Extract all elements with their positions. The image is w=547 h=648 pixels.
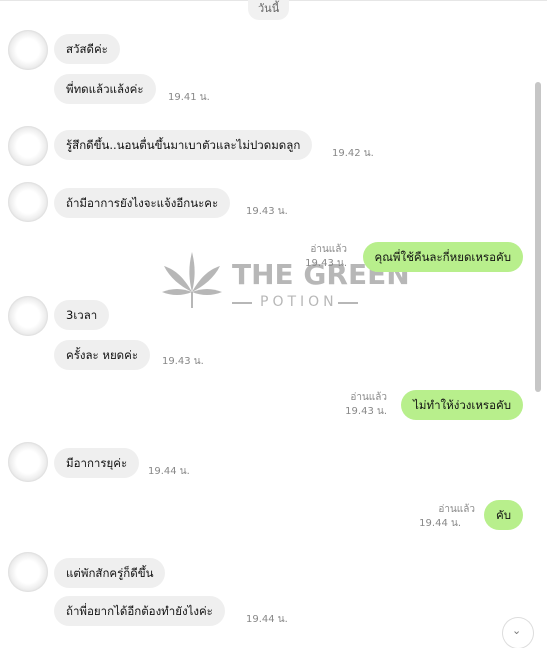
message-bubble-incoming[interactable]: รู้สึกดีขึ้น..นอนตื่นขึ้นมาเบาตัวและไม่ป… <box>54 130 313 160</box>
message-bubble-incoming[interactable]: มีอาการยุค่ะ <box>54 448 140 478</box>
contact-avatar[interactable] <box>8 552 48 592</box>
read-receipt: อ่านแล้ว <box>350 392 387 403</box>
message-bubble-outgoing[interactable]: คุณพี่ใช้คืนละกี่หยดเหรอคับ <box>362 242 523 272</box>
message-bubble-outgoing[interactable]: ไม่ทำให้ง่วงเหรอคับ <box>401 390 523 420</box>
message-time: 19.41 น. <box>168 92 210 103</box>
date-separator: วันนี้ <box>248 0 290 20</box>
contact-avatar[interactable] <box>8 30 48 70</box>
message-time: 19.44 น. <box>419 518 461 529</box>
message-bubble-incoming[interactable]: 3เวลา <box>54 300 110 330</box>
scrollbar-thumb[interactable] <box>535 82 541 392</box>
message-time: 19.43 น. <box>305 258 347 269</box>
contact-avatar[interactable] <box>8 126 48 166</box>
chevron-down-icon: ⌄ <box>512 624 522 637</box>
message-bubble-incoming[interactable]: ครั้งละ หยดค่ะ <box>54 340 151 370</box>
message-bubble-incoming[interactable]: สวัสดีค่ะ <box>54 34 120 64</box>
message-bubble-incoming[interactable]: พี่ทดแล้วแล้งค่ะ <box>54 74 156 104</box>
message-time: 19.43 น. <box>162 356 204 367</box>
contact-avatar[interactable] <box>8 296 48 336</box>
watermark-subtitle: POTION <box>260 294 338 310</box>
read-receipt: อ่านแล้ว <box>438 504 475 515</box>
message-time: 19.44 น. <box>148 466 190 477</box>
message-time: 19.42 น. <box>332 148 374 159</box>
cannabis-leaf-icon <box>162 252 222 308</box>
message-bubble-incoming[interactable]: ถ้ามีอาการยังไงจะแจ้งอีกนะคะ <box>54 188 231 218</box>
message-bubble-incoming[interactable]: ถ้าพี่อยากได้อีกต้องทำยังไงค่ะ <box>54 596 225 626</box>
message-time: 19.43 น. <box>246 206 288 217</box>
contact-avatar[interactable] <box>8 442 48 482</box>
message-bubble-outgoing[interactable]: คับ <box>484 500 523 530</box>
watermark-rule-right <box>338 302 358 304</box>
message-time: 19.43 น. <box>345 406 387 417</box>
scroll-down-button[interactable]: ⌄ <box>503 618 533 648</box>
watermark-rule-left <box>232 302 252 304</box>
message-bubble-incoming[interactable]: แต่พักสักครู่ก็ดีขึ้น <box>54 558 166 588</box>
contact-avatar[interactable] <box>8 182 48 222</box>
read-receipt: อ่านแล้ว <box>310 244 347 255</box>
message-time: 19.44 น. <box>246 614 288 625</box>
